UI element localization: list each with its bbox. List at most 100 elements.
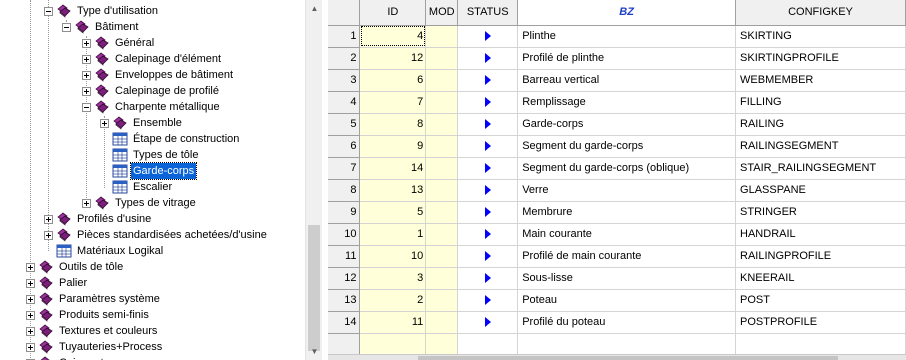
status-cell[interactable] bbox=[457, 91, 519, 114]
expand-icon[interactable] bbox=[82, 54, 91, 64]
tree-node-label[interactable]: Pièces standardisées achetées/d'usine bbox=[75, 227, 269, 243]
tree-node[interactable]: Escalier bbox=[100, 179, 174, 195]
tree-node[interactable]: Étape de construction bbox=[100, 131, 241, 147]
tree-node-label[interactable]: Général bbox=[113, 35, 156, 51]
table-row[interactable]: 11 10 Profilé de main courante RAILINGPROFI… bbox=[328, 245, 906, 268]
expand-icon[interactable] bbox=[26, 326, 35, 336]
status-cell[interactable] bbox=[457, 311, 519, 334]
status-cell[interactable] bbox=[457, 47, 519, 70]
tree-node[interactable]: Types de tôle bbox=[100, 147, 200, 163]
collapse-icon[interactable] bbox=[44, 6, 53, 16]
mod-cell[interactable] bbox=[425, 179, 459, 202]
row-number-cell[interactable]: 8 bbox=[328, 179, 361, 202]
expand-icon[interactable] bbox=[82, 70, 91, 80]
row-number-cell[interactable]: 14 bbox=[328, 311, 361, 334]
tree-node-label[interactable]: Ensemble bbox=[131, 115, 184, 131]
expand-icon[interactable] bbox=[26, 278, 35, 288]
tree-node[interactable]: Produits semi-finis bbox=[26, 307, 151, 323]
mod-cell[interactable] bbox=[425, 47, 459, 70]
tree-node[interactable]: Outils de tôle bbox=[26, 259, 125, 275]
tree-node-label[interactable]: Escalier bbox=[131, 179, 174, 195]
table-row[interactable]: 6 9 Segment du garde-corps RAILINGSEGMENT bbox=[328, 135, 906, 158]
id-cell[interactable]: 9 bbox=[359, 135, 427, 158]
tree-node-label[interactable]: Paramètres système bbox=[57, 291, 162, 307]
tree-node[interactable]: Pièces standardisées achetées/d'usine bbox=[44, 227, 269, 243]
id-cell[interactable]: 5 bbox=[359, 201, 427, 224]
tree-node[interactable]: Enveloppes de bâtiment bbox=[82, 67, 235, 83]
tree-node-label[interactable]: Profilés d'usine bbox=[75, 211, 153, 227]
bz-cell[interactable]: Poteau bbox=[517, 289, 737, 312]
tree-node[interactable]: Ensemble bbox=[100, 115, 184, 131]
table-row[interactable]: 3 6 Barreau vertical WEBMEMBER bbox=[328, 69, 906, 92]
configkey-cell[interactable]: SKIRTING bbox=[735, 25, 906, 48]
status-cell[interactable] bbox=[457, 69, 519, 92]
mod-cell[interactable] bbox=[425, 267, 459, 290]
id-cell[interactable]: 10 bbox=[359, 245, 427, 268]
tree-node[interactable]: Type d'utilisation bbox=[44, 3, 160, 19]
bz-cell[interactable]: Remplissage bbox=[517, 91, 737, 114]
grid-horizontal-scrollbar[interactable] bbox=[328, 354, 906, 360]
status-cell[interactable] bbox=[457, 25, 519, 48]
tree-node[interactable]: Calepinage de profilé bbox=[82, 83, 221, 99]
table-row[interactable]: 4 7 Remplissage FILLING bbox=[328, 91, 906, 114]
row-number-header[interactable] bbox=[328, 0, 361, 26]
mod-cell[interactable] bbox=[425, 311, 459, 334]
tree-node[interactable]: Paramètres système bbox=[26, 291, 162, 307]
table-row[interactable]: 14 11 Profilé du poteau POSTPROFILE bbox=[328, 311, 906, 334]
id-cell[interactable]: 14 bbox=[359, 157, 427, 180]
bz-cell[interactable]: Segment du garde-corps bbox=[517, 135, 737, 158]
id-cell[interactable]: 3 bbox=[359, 267, 427, 290]
column-header-bz[interactable]: BZ bbox=[517, 0, 737, 26]
bz-cell[interactable]: Main courante bbox=[517, 223, 737, 246]
tree-node-label[interactable]: Textures et couleurs bbox=[57, 323, 159, 339]
tree-node-label[interactable]: Types de vitrage bbox=[113, 195, 198, 211]
row-number-cell[interactable]: 4 bbox=[328, 91, 361, 114]
tree-node[interactable]: Général bbox=[82, 35, 156, 51]
tree-node[interactable]: Charpente métallique bbox=[82, 99, 222, 115]
id-cell[interactable]: 7 bbox=[359, 91, 427, 114]
bz-cell[interactable]: Membrure bbox=[517, 201, 737, 224]
status-cell[interactable] bbox=[457, 223, 519, 246]
id-cell[interactable]: 4 bbox=[359, 25, 427, 48]
bz-cell[interactable]: Profilé du poteau bbox=[517, 311, 737, 334]
tree-node-label[interactable]: Charpente métallique bbox=[113, 99, 222, 115]
table-row[interactable]: 9 5 Membrure STRINGER bbox=[328, 201, 906, 224]
tree-node-label[interactable]: Calepinage d'élément bbox=[113, 51, 223, 67]
tree-node-label[interactable]: Palier bbox=[57, 275, 89, 291]
id-cell[interactable]: 11 bbox=[359, 311, 427, 334]
configkey-cell[interactable]: GLASSPANE bbox=[735, 179, 906, 202]
configkey-cell[interactable]: SKIRTINGPROFILE bbox=[735, 47, 906, 70]
tree-node-label[interactable]: Coin porte verre bbox=[57, 355, 140, 360]
row-number-cell[interactable]: 3 bbox=[328, 69, 361, 92]
expand-icon[interactable] bbox=[26, 262, 35, 272]
scroll-down-arrow-icon[interactable]: ▼ bbox=[306, 343, 323, 360]
configkey-cell[interactable]: RAILINGPROFILE bbox=[735, 245, 906, 268]
data-grid[interactable]: ID MOD STATUS BZ CONFIGKEY 1 4 Plinthe SKIR… bbox=[328, 0, 906, 360]
row-number-cell[interactable]: 9 bbox=[328, 201, 361, 224]
configkey-cell[interactable]: RAILINGSEGMENT bbox=[735, 135, 906, 158]
mod-cell[interactable] bbox=[425, 245, 459, 268]
expand-icon[interactable] bbox=[44, 230, 53, 240]
configkey-cell[interactable]: WEBMEMBER bbox=[735, 69, 906, 92]
status-cell[interactable] bbox=[457, 113, 519, 136]
row-number-cell[interactable]: 7 bbox=[328, 157, 361, 180]
bz-cell[interactable]: Segment du garde-corps (oblique) bbox=[517, 157, 737, 180]
tree-node[interactable]: Profilés d'usine bbox=[44, 211, 153, 227]
status-cell[interactable] bbox=[457, 289, 519, 312]
id-cell[interactable]: 8 bbox=[359, 113, 427, 136]
table-row[interactable]: 12 3 Sous-lisse KNEERAIL bbox=[328, 267, 906, 290]
table-row[interactable]: 5 8 Garde-corps RAILING bbox=[328, 113, 906, 136]
tree-node-label[interactable]: Étape de construction bbox=[131, 131, 241, 147]
tree-node-label[interactable]: Calepinage de profilé bbox=[113, 83, 221, 99]
tree-node-label[interactable]: Types de tôle bbox=[131, 147, 200, 163]
table-row[interactable]: 1 4 Plinthe SKIRTING bbox=[328, 25, 906, 48]
scroll-up-arrow-icon[interactable]: ▲ bbox=[306, 0, 323, 17]
configkey-cell[interactable]: HANDRAIL bbox=[735, 223, 906, 246]
mod-cell[interactable] bbox=[425, 135, 459, 158]
expand-icon[interactable] bbox=[82, 198, 91, 208]
column-header-status[interactable]: STATUS bbox=[457, 0, 519, 26]
tree-node[interactable]: Calepinage d'élément bbox=[82, 51, 223, 67]
configkey-cell[interactable]: FILLING bbox=[735, 91, 906, 114]
expand-icon[interactable] bbox=[100, 118, 109, 128]
tree-node-label[interactable]: Type d'utilisation bbox=[75, 3, 160, 19]
